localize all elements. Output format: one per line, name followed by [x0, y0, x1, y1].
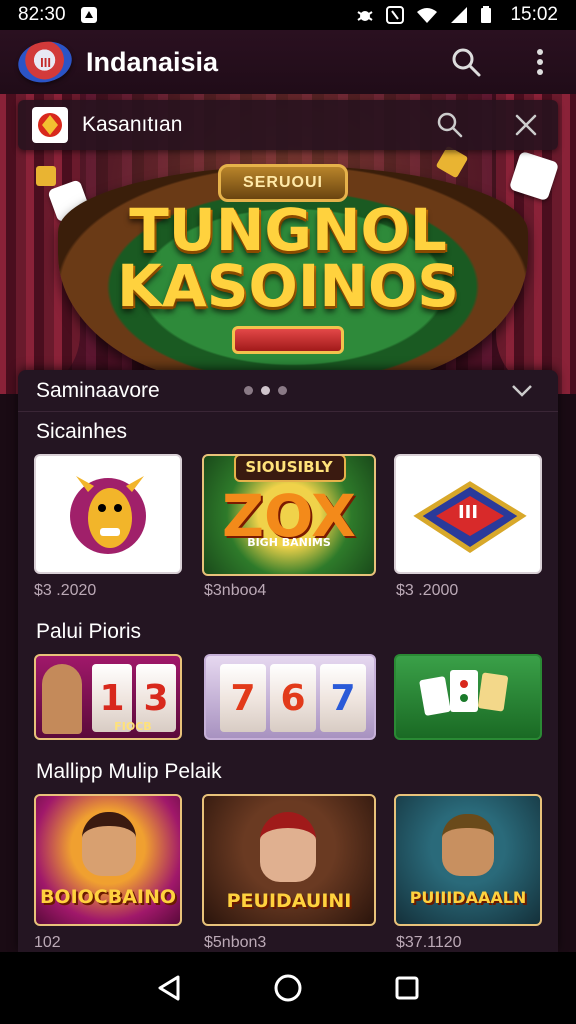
- hero-play-button[interactable]: [232, 326, 344, 354]
- carousel-dots[interactable]: [243, 386, 287, 395]
- more-vert-icon: [537, 49, 543, 75]
- section-title: Sicainhes: [36, 420, 128, 443]
- home-icon: [274, 974, 302, 1002]
- bug-icon: [356, 6, 374, 24]
- recents-button[interactable]: [389, 970, 425, 1006]
- close-icon: [515, 114, 537, 136]
- game-tile[interactable]: [34, 454, 182, 574]
- battery-icon: [480, 6, 498, 24]
- tile-title: PUIIIDAAALN: [409, 888, 527, 907]
- carousel-dot[interactable]: [243, 386, 253, 395]
- notification-icon: [80, 6, 98, 24]
- status-clock: 15:02: [510, 4, 558, 25]
- status-bar: 82:30 15:02: [0, 0, 576, 30]
- game-tile[interactable]: 7 6 7: [204, 654, 376, 740]
- slot-reel: 7: [220, 664, 266, 732]
- tile-caption: $5nbon3: [204, 934, 267, 951]
- overflow-menu-button[interactable]: [522, 44, 558, 80]
- carousel-dot[interactable]: [277, 386, 287, 395]
- tile-caption: $3nboo4: [204, 582, 267, 599]
- chevron-down-icon: [512, 384, 532, 397]
- clear-search-button[interactable]: [508, 107, 544, 143]
- tile-caption: $3 .2000: [396, 582, 459, 599]
- app-logo[interactable]: III: [14, 36, 76, 88]
- system-nav-bar: [0, 952, 576, 1024]
- game-tile[interactable]: [394, 654, 542, 740]
- tile-caption: 102: [34, 934, 61, 951]
- tile-emblem-text: III: [457, 502, 479, 523]
- wifi-icon: [416, 6, 438, 24]
- game-tile[interactable]: BOIOCBAINO: [34, 794, 182, 926]
- hero-banner[interactable]: SERUOUI TUNGNOL KASOINOS Kasanıtıan: [0, 94, 576, 394]
- slot-reel: 6: [270, 664, 316, 732]
- section-title: Mallipp Mulip Pelaik: [36, 760, 222, 783]
- chip-decoration: [435, 145, 469, 179]
- search-app-badge: [32, 107, 68, 143]
- game-tile[interactable]: PEUIDAUINI: [202, 794, 376, 926]
- avatar: [260, 812, 316, 882]
- games-panel: Saminaavore Sicainhes $3 .2020 SIOUSIBLY…: [18, 370, 558, 952]
- camel-icon: [70, 476, 146, 554]
- tile-title: BOIOCBAINO: [39, 886, 177, 908]
- app-title: Indanaisia: [86, 46, 219, 77]
- collapse-button[interactable]: [504, 373, 540, 409]
- back-icon: [158, 975, 180, 1001]
- tile-title: PEUIDAUINI: [226, 890, 352, 912]
- back-button[interactable]: [151, 970, 187, 1006]
- app-logo-text: III: [39, 54, 51, 70]
- game-tile[interactable]: III: [394, 454, 542, 574]
- avatar: [442, 814, 494, 876]
- tile-label: FIOCB: [114, 720, 152, 733]
- recents-icon: [395, 976, 419, 1000]
- signal-icon: [450, 6, 468, 24]
- section-title: Palui Pioris: [36, 620, 142, 643]
- search-query[interactable]: Kasanıtıan: [82, 113, 182, 137]
- avatar: [82, 812, 136, 876]
- search-button[interactable]: [448, 44, 484, 80]
- carousel-dot[interactable]: [260, 386, 270, 395]
- hero-title-line2: KASOINOS: [116, 252, 460, 320]
- panel-header: Saminaavore: [18, 370, 558, 412]
- tile-plaque: SIOUSIBLY: [245, 458, 333, 476]
- tile-caption: $37.1120: [396, 934, 462, 951]
- slot-reel: 7: [320, 664, 366, 732]
- tile-subtitle: BIGH BANIMS: [247, 536, 331, 549]
- mahjong-tiles-icon: [419, 670, 508, 716]
- nfc-icon: [386, 6, 405, 24]
- game-tile[interactable]: 1 3 FIOCB: [34, 654, 182, 740]
- tile-caption: $3 .2020: [34, 582, 97, 599]
- avatar: [42, 664, 82, 734]
- search-submit-button[interactable]: [432, 107, 468, 143]
- search-bar[interactable]: Kasanıtıan: [18, 100, 558, 150]
- shield-icon: [38, 113, 62, 137]
- panel-header-title: Saminaavore: [36, 378, 160, 402]
- app-bar: III Indanaisia: [0, 30, 576, 94]
- home-button[interactable]: [270, 970, 306, 1006]
- search-icon: [437, 112, 463, 138]
- chip-decoration: [36, 166, 56, 186]
- game-tile[interactable]: PUIIIDAAALN: [394, 794, 542, 926]
- status-time: 82:30: [18, 4, 66, 25]
- game-tile[interactable]: SIOUSIBLY ZOX BIGH BANIMS: [202, 454, 376, 576]
- search-icon: [452, 48, 481, 77]
